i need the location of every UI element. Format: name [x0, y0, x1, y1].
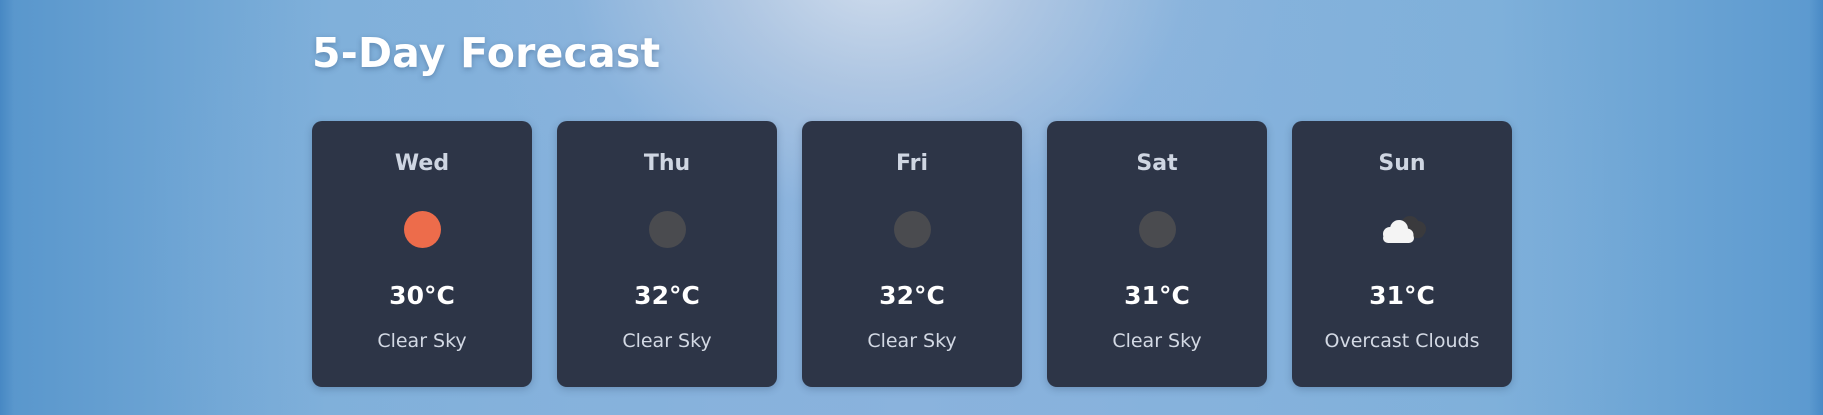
forecast-title: 5-Day Forecast: [312, 29, 661, 77]
forecast-card-sat: Sat 31°C Clear Sky: [1047, 121, 1267, 387]
weather-icon-wrap: [557, 209, 777, 249]
weather-icon-wrap: [802, 209, 1022, 249]
forecast-card-fri: Fri 32°C Clear Sky: [802, 121, 1022, 387]
temperature: 32°C: [879, 281, 945, 310]
moon-icon: [648, 210, 686, 248]
temperature: 32°C: [634, 281, 700, 310]
weather-icon-wrap: [312, 209, 532, 249]
weather-icon-wrap: [1292, 209, 1512, 249]
background-edge-right: [1809, 0, 1823, 415]
weather-description: Clear Sky: [622, 330, 712, 352]
day-label: Sun: [1378, 151, 1426, 176]
background-edge-left: [0, 0, 14, 415]
day-label: Fri: [895, 151, 928, 176]
forecast-card-wed: Wed 30°C Clear Sky: [312, 121, 532, 387]
forecast-section: 5-Day Forecast Wed 30°C Clear Sky Thu 32…: [312, 24, 1512, 387]
temperature: 30°C: [389, 281, 455, 310]
day-label: Wed: [394, 151, 450, 176]
forecast-card-row: Wed 30°C Clear Sky Thu 32°C Clear Sky Fr…: [312, 121, 1512, 387]
temperature: 31°C: [1124, 281, 1190, 310]
overcast-clouds-icon: [1383, 216, 1426, 243]
forecast-card-sun: Sun 31°C Overcast Clouds: [1292, 121, 1512, 387]
sun-icon: [403, 210, 441, 248]
weather-description: Overcast Clouds: [1324, 330, 1480, 352]
weather-icon-wrap: [1047, 209, 1267, 249]
weather-description: Clear Sky: [867, 330, 957, 352]
day-label: Sat: [1136, 151, 1178, 176]
moon-icon: [1138, 210, 1176, 248]
moon-icon: [893, 210, 931, 248]
forecast-card-thu: Thu 32°C Clear Sky: [557, 121, 777, 387]
temperature: 31°C: [1369, 281, 1435, 310]
weather-description: Clear Sky: [377, 330, 467, 352]
weather-description: Clear Sky: [1112, 330, 1202, 352]
day-label: Thu: [643, 151, 691, 176]
